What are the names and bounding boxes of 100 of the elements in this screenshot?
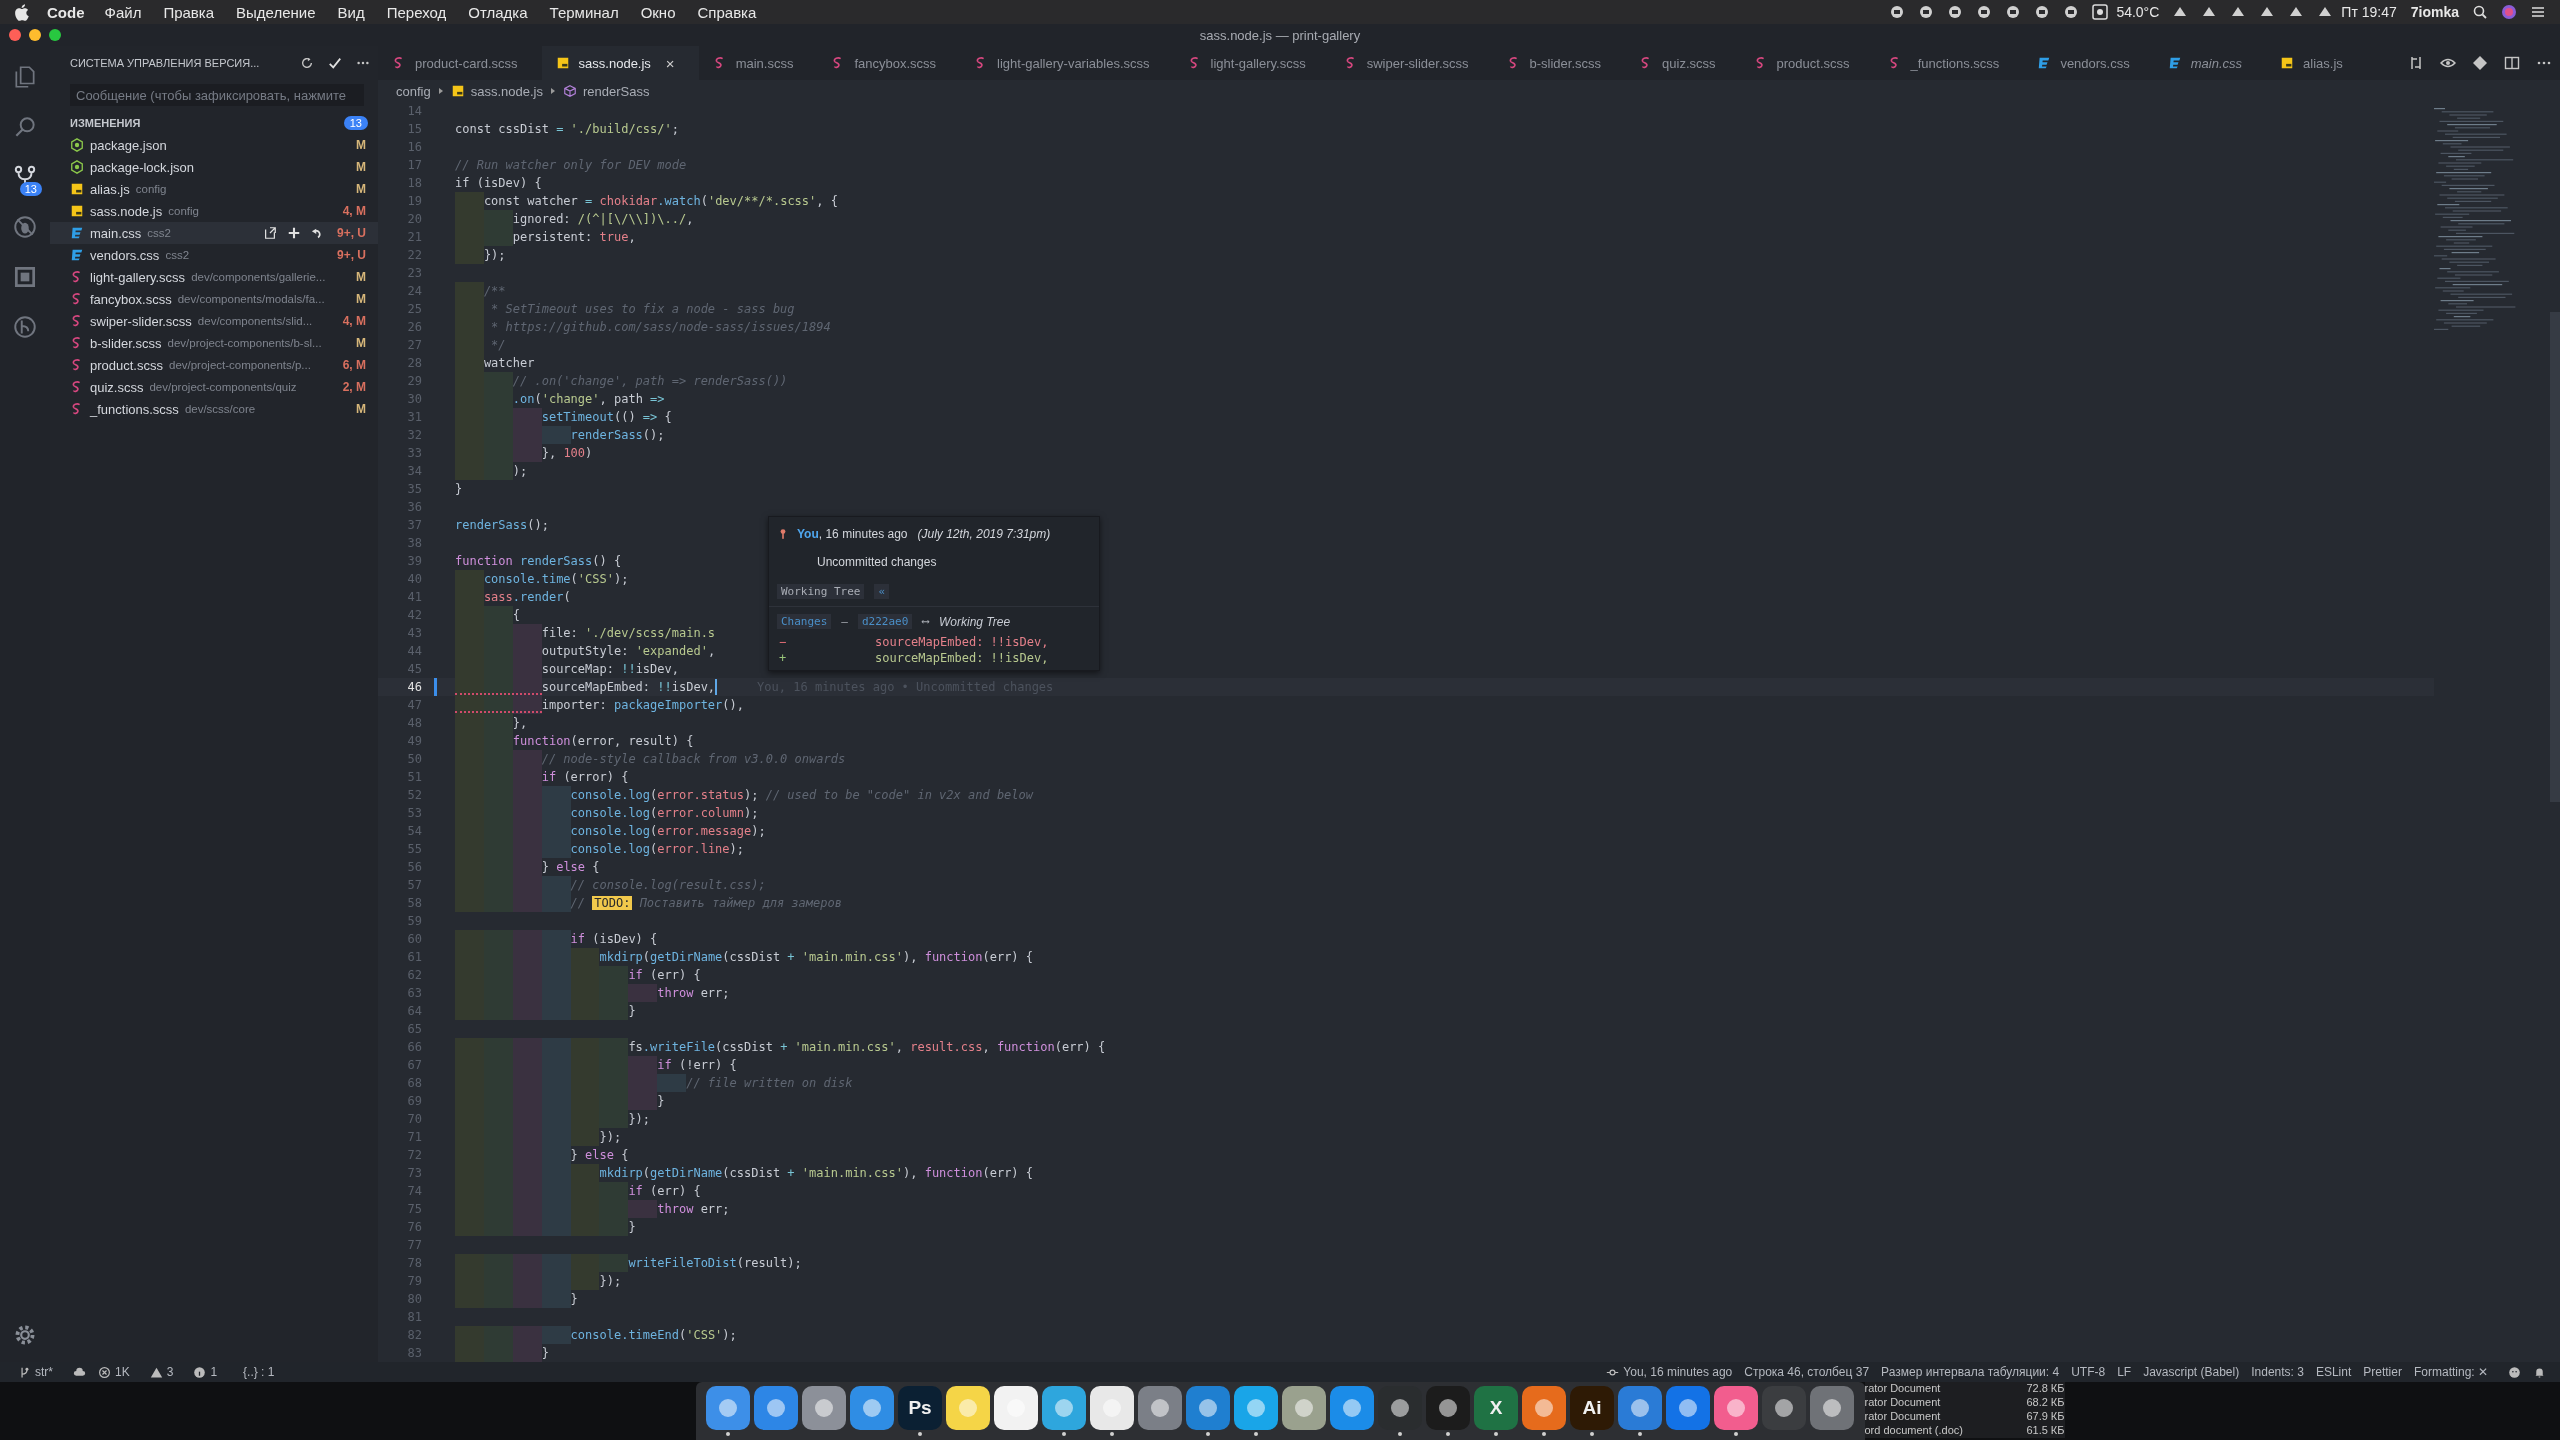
app-icon[interactable] bbox=[1378, 1386, 1422, 1430]
activity-bar-item[interactable]: 13 bbox=[0, 152, 50, 202]
editor-tab[interactable]: vendors.css bbox=[2023, 46, 2154, 80]
editor-tab[interactable]: fancybox.scss bbox=[817, 46, 961, 80]
app-icon[interactable] bbox=[706, 1386, 750, 1430]
status-icon[interactable] bbox=[1976, 4, 1993, 20]
app-icon[interactable] bbox=[994, 1386, 1038, 1430]
checkmark-icon[interactable] bbox=[328, 56, 342, 70]
changed-file-item[interactable]: sass.node.js config 4, M bbox=[50, 200, 378, 222]
eslint-status[interactable]: ESLint bbox=[2315, 1365, 2352, 1379]
status-icon[interactable] bbox=[2005, 4, 2022, 20]
siri-icon[interactable] bbox=[2501, 4, 2517, 20]
app-icon[interactable] bbox=[946, 1386, 990, 1430]
list-icon[interactable] bbox=[2530, 4, 2546, 20]
menu-item[interactable]: Терминал bbox=[549, 3, 619, 21]
tab-size[interactable]: Размер интервала табуляции: 4 bbox=[1881, 1365, 2060, 1379]
split-editor-icon[interactable] bbox=[2504, 55, 2520, 71]
editor-tab[interactable]: alias.js bbox=[2266, 46, 2367, 80]
maximize-button[interactable] bbox=[49, 29, 61, 41]
changed-file-item[interactable]: b-slider.scss dev/project-components/b-sl... M bbox=[50, 332, 378, 354]
error-count[interactable]: 1K bbox=[115, 1365, 130, 1379]
app-icon[interactable]: Ps bbox=[898, 1386, 942, 1430]
refresh-icon[interactable] bbox=[300, 56, 314, 70]
app-icon[interactable] bbox=[1234, 1386, 1278, 1430]
changed-file-item[interactable]: alias.js config M bbox=[50, 178, 378, 200]
smiley-icon[interactable] bbox=[2508, 1365, 2521, 1379]
breadcrumb-item[interactable]: renderSass bbox=[582, 83, 650, 99]
editor-tab[interactable]: b-slider.scss bbox=[1492, 46, 1626, 80]
fan-icon[interactable] bbox=[2092, 4, 2109, 20]
git-diamond-icon[interactable] bbox=[2472, 55, 2488, 71]
line-ending[interactable]: LF bbox=[2117, 1365, 2132, 1379]
app-icon[interactable] bbox=[1426, 1386, 1470, 1430]
changed-file-item[interactable]: main.css css2 9+, U bbox=[50, 222, 378, 244]
commit-sha-link[interactable]: d222ae0 bbox=[858, 614, 913, 629]
cursor-position[interactable]: Строка 46, столбец 37 bbox=[1744, 1365, 1870, 1379]
menu-item[interactable]: Переход bbox=[386, 3, 447, 21]
editor-tab[interactable]: sass.node.js × bbox=[541, 46, 699, 80]
blame-status[interactable]: You, 16 minutes ago bbox=[1623, 1365, 1733, 1379]
editor-tab[interactable]: quiz.scss bbox=[1625, 46, 1740, 80]
app-menu[interactable]: Code bbox=[47, 3, 85, 21]
breadcrumb-item[interactable]: config bbox=[396, 83, 431, 99]
editor-tab[interactable]: product.scss bbox=[1739, 46, 1874, 80]
menu-item[interactable]: Вид bbox=[337, 3, 365, 21]
app-icon[interactable] bbox=[1186, 1386, 1230, 1430]
bell-icon[interactable] bbox=[2533, 1365, 2546, 1379]
editor-tab[interactable]: swiper-slider.scss bbox=[1329, 46, 1493, 80]
app-icon[interactable] bbox=[1714, 1386, 1758, 1430]
prettier-status[interactable]: Prettier bbox=[2363, 1365, 2402, 1379]
info-count[interactable]: 1 bbox=[210, 1365, 218, 1379]
temperature-reading[interactable]: 54.0°C bbox=[2116, 4, 2160, 20]
editor-tab[interactable]: main.css bbox=[2153, 46, 2267, 80]
menu-item[interactable]: Выделение bbox=[236, 3, 316, 21]
error-icon[interactable] bbox=[98, 1365, 111, 1379]
app-icon[interactable] bbox=[1618, 1386, 1662, 1430]
commit-message-field[interactable]: Сообщение (чтобы зафиксировать, нажмите bbox=[70, 84, 364, 106]
app-icon[interactable]: Ai bbox=[1570, 1386, 1614, 1430]
editor-tab[interactable]: _functions.scss bbox=[1873, 46, 2024, 80]
branch-name[interactable]: str* bbox=[35, 1365, 53, 1379]
editor-tab[interactable]: light-gallery.scss bbox=[1173, 46, 1330, 80]
changed-file-item[interactable]: swiper-slider.scss dev/components/slid... 4, M bbox=[50, 310, 378, 332]
changed-file-item[interactable]: light-gallery.scss dev/components/gallerie... M bbox=[50, 266, 378, 288]
branch-icon[interactable] bbox=[18, 1365, 31, 1379]
search-icon[interactable] bbox=[2472, 4, 2488, 20]
apple-icon[interactable] bbox=[14, 3, 29, 21]
app-icon[interactable] bbox=[1762, 1386, 1806, 1430]
menu-item[interactable]: Справка bbox=[697, 3, 757, 21]
menu-item[interactable]: Правка bbox=[163, 3, 215, 21]
json-outline[interactable]: {..} : 1 bbox=[243, 1365, 275, 1379]
status-icon[interactable] bbox=[2034, 4, 2051, 20]
formatting-status[interactable]: Formatting: ✕ bbox=[2413, 1365, 2488, 1379]
minimize-button[interactable] bbox=[29, 29, 41, 41]
close-tab-button[interactable]: × bbox=[665, 54, 675, 72]
app-icon[interactable] bbox=[1042, 1386, 1086, 1430]
status-icon[interactable] bbox=[2063, 4, 2080, 20]
close-button[interactable] bbox=[9, 29, 21, 41]
app-icon[interactable] bbox=[754, 1386, 798, 1430]
status-icon[interactable] bbox=[1889, 4, 1906, 20]
menu-item[interactable]: Отладка bbox=[468, 3, 528, 21]
menubar-clock[interactable]: Пт 19:47 bbox=[2341, 4, 2397, 20]
cloud-upload-icon[interactable] bbox=[73, 1365, 86, 1379]
language-mode[interactable]: Javascript (Babel) bbox=[2143, 1365, 2240, 1379]
editor-tab[interactable]: light-gallery-variables.scss bbox=[960, 46, 1174, 80]
info-icon[interactable] bbox=[193, 1365, 207, 1379]
app-icon[interactable] bbox=[850, 1386, 894, 1430]
back-button[interactable]: « bbox=[874, 584, 890, 599]
changed-file-item[interactable]: fancybox.scss dev/components/modals/fa... M bbox=[50, 288, 378, 310]
encoding[interactable]: UTF-8 bbox=[2071, 1365, 2106, 1379]
app-icon[interactable] bbox=[802, 1386, 846, 1430]
changed-file-item[interactable]: quiz.scss dev/project-components/quiz 2, M bbox=[50, 376, 378, 398]
app-icon[interactable] bbox=[1666, 1386, 1710, 1430]
changes-link[interactable]: Changes bbox=[777, 614, 832, 629]
user-name[interactable]: 7iomka bbox=[2410, 4, 2459, 20]
menu-item[interactable]: Файл bbox=[104, 3, 142, 21]
app-icon[interactable]: X bbox=[1474, 1386, 1518, 1430]
changed-file-item[interactable]: vendors.css css2 9+, U bbox=[50, 244, 378, 266]
editor-tab[interactable]: product-card.scss bbox=[378, 46, 542, 80]
indent-info[interactable]: Indents: 3 bbox=[2251, 1365, 2304, 1379]
changed-file-item[interactable]: product.scss dev/project-components/p... 6, M bbox=[50, 354, 378, 376]
changed-file-item[interactable]: package.json M bbox=[50, 134, 378, 156]
plus-icon[interactable] bbox=[287, 226, 301, 240]
